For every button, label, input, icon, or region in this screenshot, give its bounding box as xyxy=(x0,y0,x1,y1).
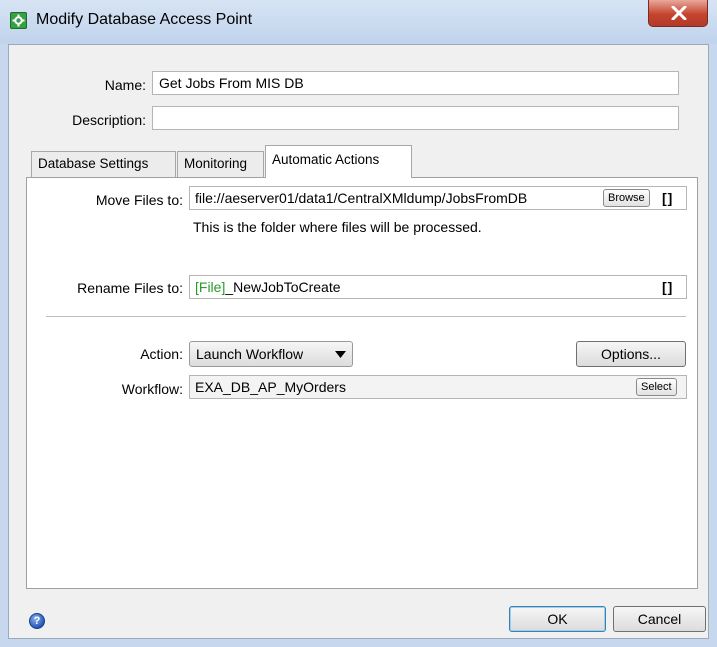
close-button[interactable] xyxy=(648,0,708,27)
rename-file-suffix: _NewJobToCreate xyxy=(225,279,341,295)
ok-button[interactable]: OK xyxy=(509,606,606,632)
window-title: Modify Database Access Point xyxy=(36,11,253,28)
action-label: Action: xyxy=(140,346,183,362)
move-files-hint: This is the folder where files will be p… xyxy=(193,219,482,235)
move-variables-button[interactable]: [] xyxy=(662,190,673,206)
select-workflow-button[interactable]: Select xyxy=(636,378,677,396)
help-icon[interactable]: ? xyxy=(29,613,45,629)
separator xyxy=(46,316,686,317)
rename-file-token: [File] xyxy=(195,279,226,295)
action-value: Launch Workflow xyxy=(196,346,304,362)
cancel-button[interactable]: Cancel xyxy=(613,606,706,632)
workflow-field: EXA_DB_AP_MyOrders xyxy=(189,375,687,399)
options-button[interactable]: Options... xyxy=(576,341,686,367)
rename-files-field[interactable]: [File]_NewJobToCreate xyxy=(189,275,687,299)
name-field[interactable]: Get Jobs From MIS DB xyxy=(152,71,679,95)
workflow-value: EXA_DB_AP_MyOrders xyxy=(195,379,346,395)
description-label: Description: xyxy=(72,112,146,128)
move-files-value: file://aeserver01/data1/CentralXMldump/J… xyxy=(195,190,528,206)
tab-automatic-actions[interactable]: Automatic Actions xyxy=(265,145,412,178)
gear-icon xyxy=(10,12,27,29)
tab-database-settings[interactable]: Database Settings xyxy=(31,151,176,177)
action-dropdown[interactable]: Launch Workflow xyxy=(189,341,353,367)
move-files-label: Move Files to: xyxy=(95,192,183,208)
rename-files-label: Rename Files to: xyxy=(77,280,183,296)
browse-button[interactable]: Browse xyxy=(603,189,650,207)
rename-variables-button[interactable]: [] xyxy=(662,279,673,295)
tab-monitoring[interactable]: Monitoring xyxy=(177,151,264,177)
title-bar: Modify Database Access Point xyxy=(0,0,717,44)
close-icon xyxy=(671,6,687,20)
description-field[interactable] xyxy=(152,106,679,130)
chevron-down-icon xyxy=(335,351,346,358)
name-label: Name: xyxy=(104,77,146,93)
workflow-label: Workflow: xyxy=(121,381,183,397)
